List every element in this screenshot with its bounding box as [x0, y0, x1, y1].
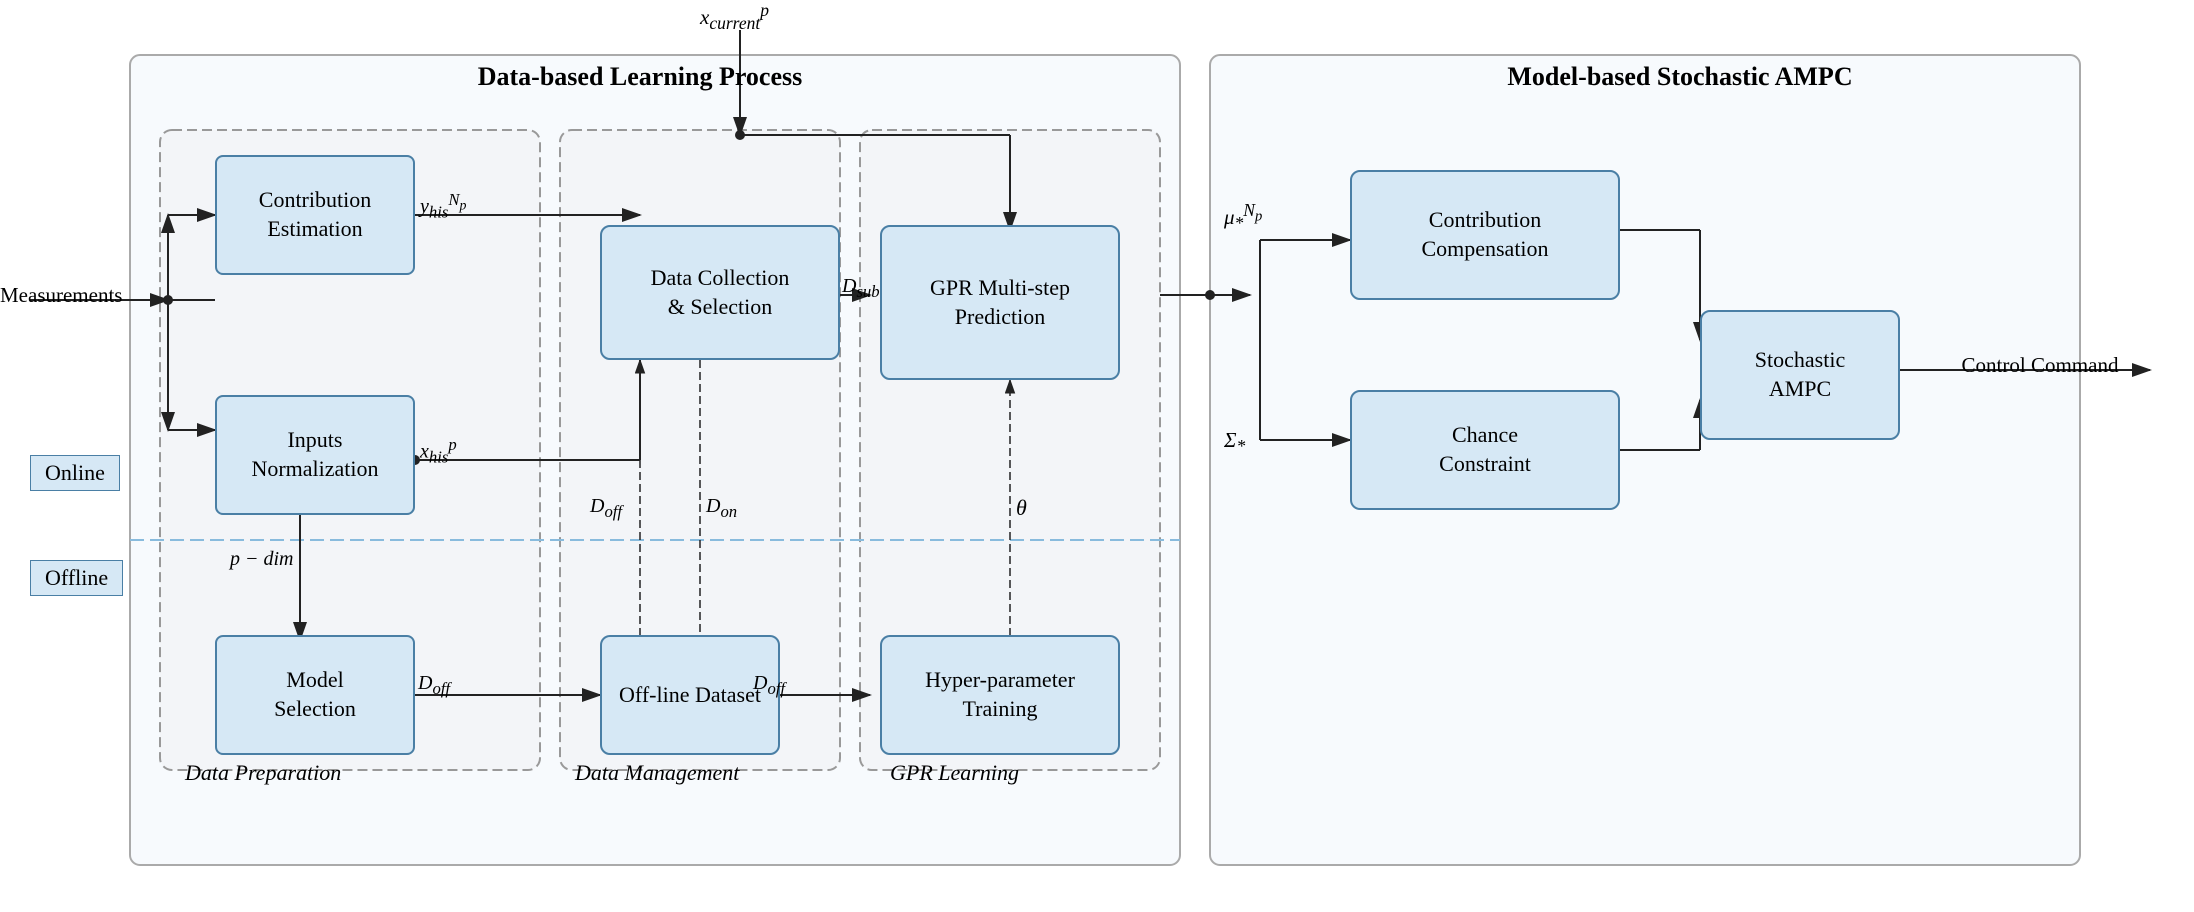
model-selection-label: ModelSelection: [274, 666, 356, 723]
hyperparameter-label: Hyper-parameterTraining: [925, 666, 1075, 723]
data-preparation-label: Data Preparation: [185, 760, 341, 786]
d-off-ms-label: Doff: [418, 672, 450, 699]
offline-label: Offline: [30, 560, 123, 596]
offline-dataset-label: Off-line Dataset: [619, 681, 761, 710]
x-his-label: xhisp: [420, 435, 457, 468]
data-management-label: Data Management: [575, 760, 739, 786]
gpr-prediction-box: GPR Multi-stepPrediction: [880, 225, 1120, 380]
d-on-label: Don: [706, 495, 737, 522]
stochastic-ampc-label: StochasticAMPC: [1755, 346, 1845, 403]
stochastic-ampc-box: StochasticAMPC: [1700, 310, 1900, 440]
p-dim-label: p − dim: [230, 548, 294, 571]
measurements-label: Measurements: [0, 283, 120, 308]
data-collection-box: Data Collection& Selection: [600, 225, 840, 360]
model-selection-box: ModelSelection: [215, 635, 415, 755]
x-current-label: xcurrentp: [700, 0, 769, 34]
inputs-normalization-label: InputsNormalization: [251, 426, 378, 483]
d-sub-label: Dsub: [842, 275, 880, 302]
contribution-estimation-box: ContributionEstimation: [215, 155, 415, 275]
contribution-estimation-label: ContributionEstimation: [259, 186, 371, 243]
mu-label: μ*Np: [1224, 200, 1262, 234]
chance-constraint-label: ChanceConstraint: [1439, 421, 1531, 478]
d-off-od-label: Doff: [753, 672, 785, 699]
chance-constraint-box: ChanceConstraint: [1350, 390, 1620, 510]
d-off-up-label: Doff: [590, 495, 622, 522]
hyperparameter-box: Hyper-parameterTraining: [880, 635, 1120, 755]
y-his-label: yhisNp: [420, 190, 466, 223]
data-learning-title: Data-based Learning Process: [340, 62, 940, 92]
theta-label: θ: [1016, 495, 1027, 521]
sigma-label: Σ*: [1224, 428, 1245, 457]
gpr-prediction-label: GPR Multi-stepPrediction: [930, 274, 1070, 331]
gpr-learning-label: GPR Learning: [890, 760, 1019, 786]
model-ampc-title: Model-based Stochastic AMPC: [1430, 62, 1930, 92]
control-command-label: Control Command: [1930, 353, 2150, 378]
online-label: Online: [30, 455, 120, 491]
inputs-normalization-box: InputsNormalization: [215, 395, 415, 515]
diagram-container: Data-based Learning Process Model-based …: [0, 0, 2194, 912]
contribution-compensation-box: ContributionCompensation: [1350, 170, 1620, 300]
contribution-compensation-label: ContributionCompensation: [1421, 206, 1548, 263]
data-collection-label: Data Collection& Selection: [651, 264, 790, 321]
